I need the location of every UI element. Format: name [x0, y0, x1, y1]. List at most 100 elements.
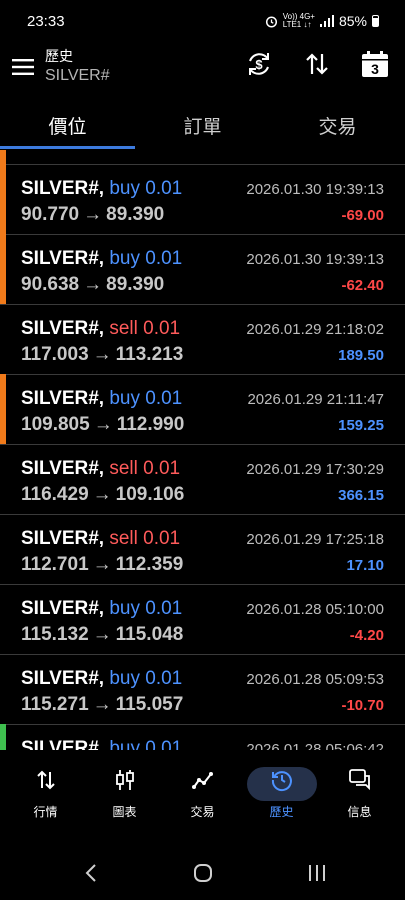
signal-icon	[319, 15, 334, 27]
trade-stripe	[0, 724, 6, 750]
trade-type-volume: buy 0.01	[109, 178, 183, 199]
nav-history[interactable]: 歷史	[241, 768, 322, 820]
trade-profit: 159.25	[338, 417, 384, 434]
nav-quotes[interactable]: 行情	[5, 768, 86, 820]
price-arrow: →	[83, 274, 103, 295]
open-price: 112.701	[21, 554, 89, 575]
messages-chat-icon	[348, 769, 370, 791]
trade-prices: 109.805 → 112.990	[21, 414, 184, 436]
menu-icon[interactable]	[12, 56, 34, 78]
trade-type-volume: buy 0.01	[109, 598, 183, 619]
currency-exchange-icon[interactable]: $	[245, 50, 273, 78]
nav-label: 歷史	[269, 805, 294, 819]
price-arrow: →	[93, 414, 113, 435]
trade-row[interactable]: SILVER#, buy 0.01 109.805 → 112.990 2026.01.…	[0, 374, 405, 445]
back-icon[interactable]	[80, 863, 104, 883]
quotes-arrows-icon	[36, 770, 55, 790]
trade-symbol: SILVER#,	[21, 668, 105, 689]
symbol-subtitle[interactable]: SILVER#	[45, 67, 110, 85]
trade-row[interactable]: SILVER#, buy 0.01 115.271 → 115.057 2026.01.…	[0, 654, 405, 725]
active-tab-indicator	[0, 146, 135, 149]
trade-line-icon	[191, 772, 213, 789]
open-price: 109.805	[21, 414, 90, 435]
tab-deals[interactable]: 交易	[270, 112, 405, 139]
trade-row[interactable]: SILVER#, sell 0.01 116.429 → 109.106 2026.01…	[0, 444, 405, 515]
trade-symbol: SILVER#,	[21, 528, 105, 549]
recent-apps-icon[interactable]	[305, 863, 329, 883]
nav-label: 信息	[347, 805, 372, 819]
trade-title: SILVER#, sell 0.01	[21, 528, 180, 550]
price-arrow: →	[92, 484, 112, 505]
trade-symbol: SILVER#,	[21, 738, 105, 750]
system-navigation-bar	[0, 845, 405, 900]
price-arrow: →	[83, 204, 103, 225]
nav-chart[interactable]: 圖表	[84, 768, 165, 820]
home-icon[interactable]	[191, 863, 215, 883]
trade-title: SILVER#, sell 0.01	[21, 458, 180, 480]
trade-datetime: 2026.01.29 21:11:47	[247, 391, 384, 408]
tab-price[interactable]: 價位	[0, 112, 135, 139]
trade-profit: 17.10	[346, 557, 384, 574]
trade-stripe	[0, 514, 6, 584]
trade-type-volume: buy 0.01	[109, 248, 183, 269]
trade-row[interactable]: SILVER#, buy 0.01 90.638 → 89.390 2026.01.30…	[0, 234, 405, 305]
open-price: 115.271	[21, 694, 89, 715]
calendar-icon[interactable]: 3	[361, 50, 389, 78]
nav-label: 行情	[33, 805, 58, 819]
trade-row[interactable]: SILVER#, sell 0.01 112.701 → 112.359 2026.01…	[0, 514, 405, 585]
trade-type-volume: sell 0.01	[109, 318, 181, 339]
trade-symbol: SILVER#,	[21, 248, 105, 269]
nav-trade[interactable]: 交易	[162, 768, 243, 820]
trade-type-volume: buy 0.01	[109, 668, 183, 689]
tab-orders[interactable]: 訂單	[135, 112, 270, 139]
open-price: 115.132	[21, 624, 89, 645]
trade-symbol: SILVER#,	[21, 598, 105, 619]
price-arrow: →	[92, 694, 112, 715]
trade-row[interactable]: SILVER#, buy 0.01 115.132 → 115.048 2026.01.…	[0, 584, 405, 655]
trade-row[interactable]: SILVER#, buy 0.01 2026.01.28 05:06:42	[0, 724, 405, 750]
battery-percent: 85%	[338, 13, 367, 29]
status-time: 23:33	[27, 13, 65, 30]
app-bar: 歷史 SILVER# $ 3	[0, 44, 405, 104]
open-price: 117.003	[21, 344, 89, 365]
trade-history-list[interactable]: SILVER#, buy 0.01 90.770 → 89.390 2026.01.30…	[0, 150, 405, 750]
close-price: 115.048	[115, 624, 184, 645]
status-icons: Vo)) 4G+ LTE1 ↓↑ 85%	[265, 13, 379, 29]
trade-prices: 115.271 → 115.057	[21, 694, 183, 716]
nav-messages[interactable]: 信息	[319, 768, 400, 820]
page-title: 歷史	[45, 48, 73, 64]
trade-title: SILVER#, buy 0.01	[21, 388, 182, 410]
price-arrow: →	[92, 344, 112, 365]
price-arrow: →	[92, 554, 112, 575]
trade-stripe	[0, 150, 6, 164]
trade-datetime: 2026.01.28 05:10:00	[246, 601, 384, 618]
trade-datetime: 2026.01.29 21:18:02	[246, 321, 384, 338]
bottom-navigation: 行情 圖表 交易 歷史 信息	[0, 750, 405, 845]
candlestick-chart-icon	[115, 770, 134, 790]
trade-stripe	[0, 374, 6, 444]
trade-symbol: SILVER#,	[21, 388, 105, 409]
trade-datetime: 2026.01.30 19:39:13	[246, 181, 384, 198]
trade-title: SILVER#, sell 0.01	[21, 318, 180, 340]
history-clock-icon	[271, 771, 292, 792]
status-bar: 23:33 Vo)) 4G+ LTE1 ↓↑ 85%	[0, 0, 405, 44]
trade-stripe	[0, 304, 6, 374]
trade-type-volume: buy 0.01	[109, 388, 183, 409]
close-price: 113.213	[115, 344, 184, 365]
trade-datetime: 2026.01.29 17:25:18	[246, 531, 384, 548]
trade-stripe	[0, 654, 6, 724]
trade-profit: -69.00	[341, 207, 384, 224]
trade-row[interactable]: SILVER#, sell 0.01 117.003 → 113.213 2026.01…	[0, 304, 405, 375]
trade-row[interactable]: SILVER#, buy 0.01 90.770 → 89.390 2026.01.30…	[0, 164, 405, 235]
list-item-partial-top	[0, 150, 405, 165]
sort-icon[interactable]	[303, 50, 331, 78]
alarm-icon	[265, 15, 277, 28]
battery-icon	[372, 15, 379, 27]
open-price: 90.638	[21, 274, 80, 295]
trade-symbol: SILVER#,	[21, 178, 105, 199]
close-price: 89.390	[106, 274, 165, 295]
network-indicator: Vo)) 4G+ LTE1 ↓↑	[282, 12, 315, 29]
trade-prices: 117.003 → 113.213	[21, 344, 183, 366]
svg-text:$: $	[255, 57, 263, 72]
close-price: 112.990	[116, 414, 185, 435]
